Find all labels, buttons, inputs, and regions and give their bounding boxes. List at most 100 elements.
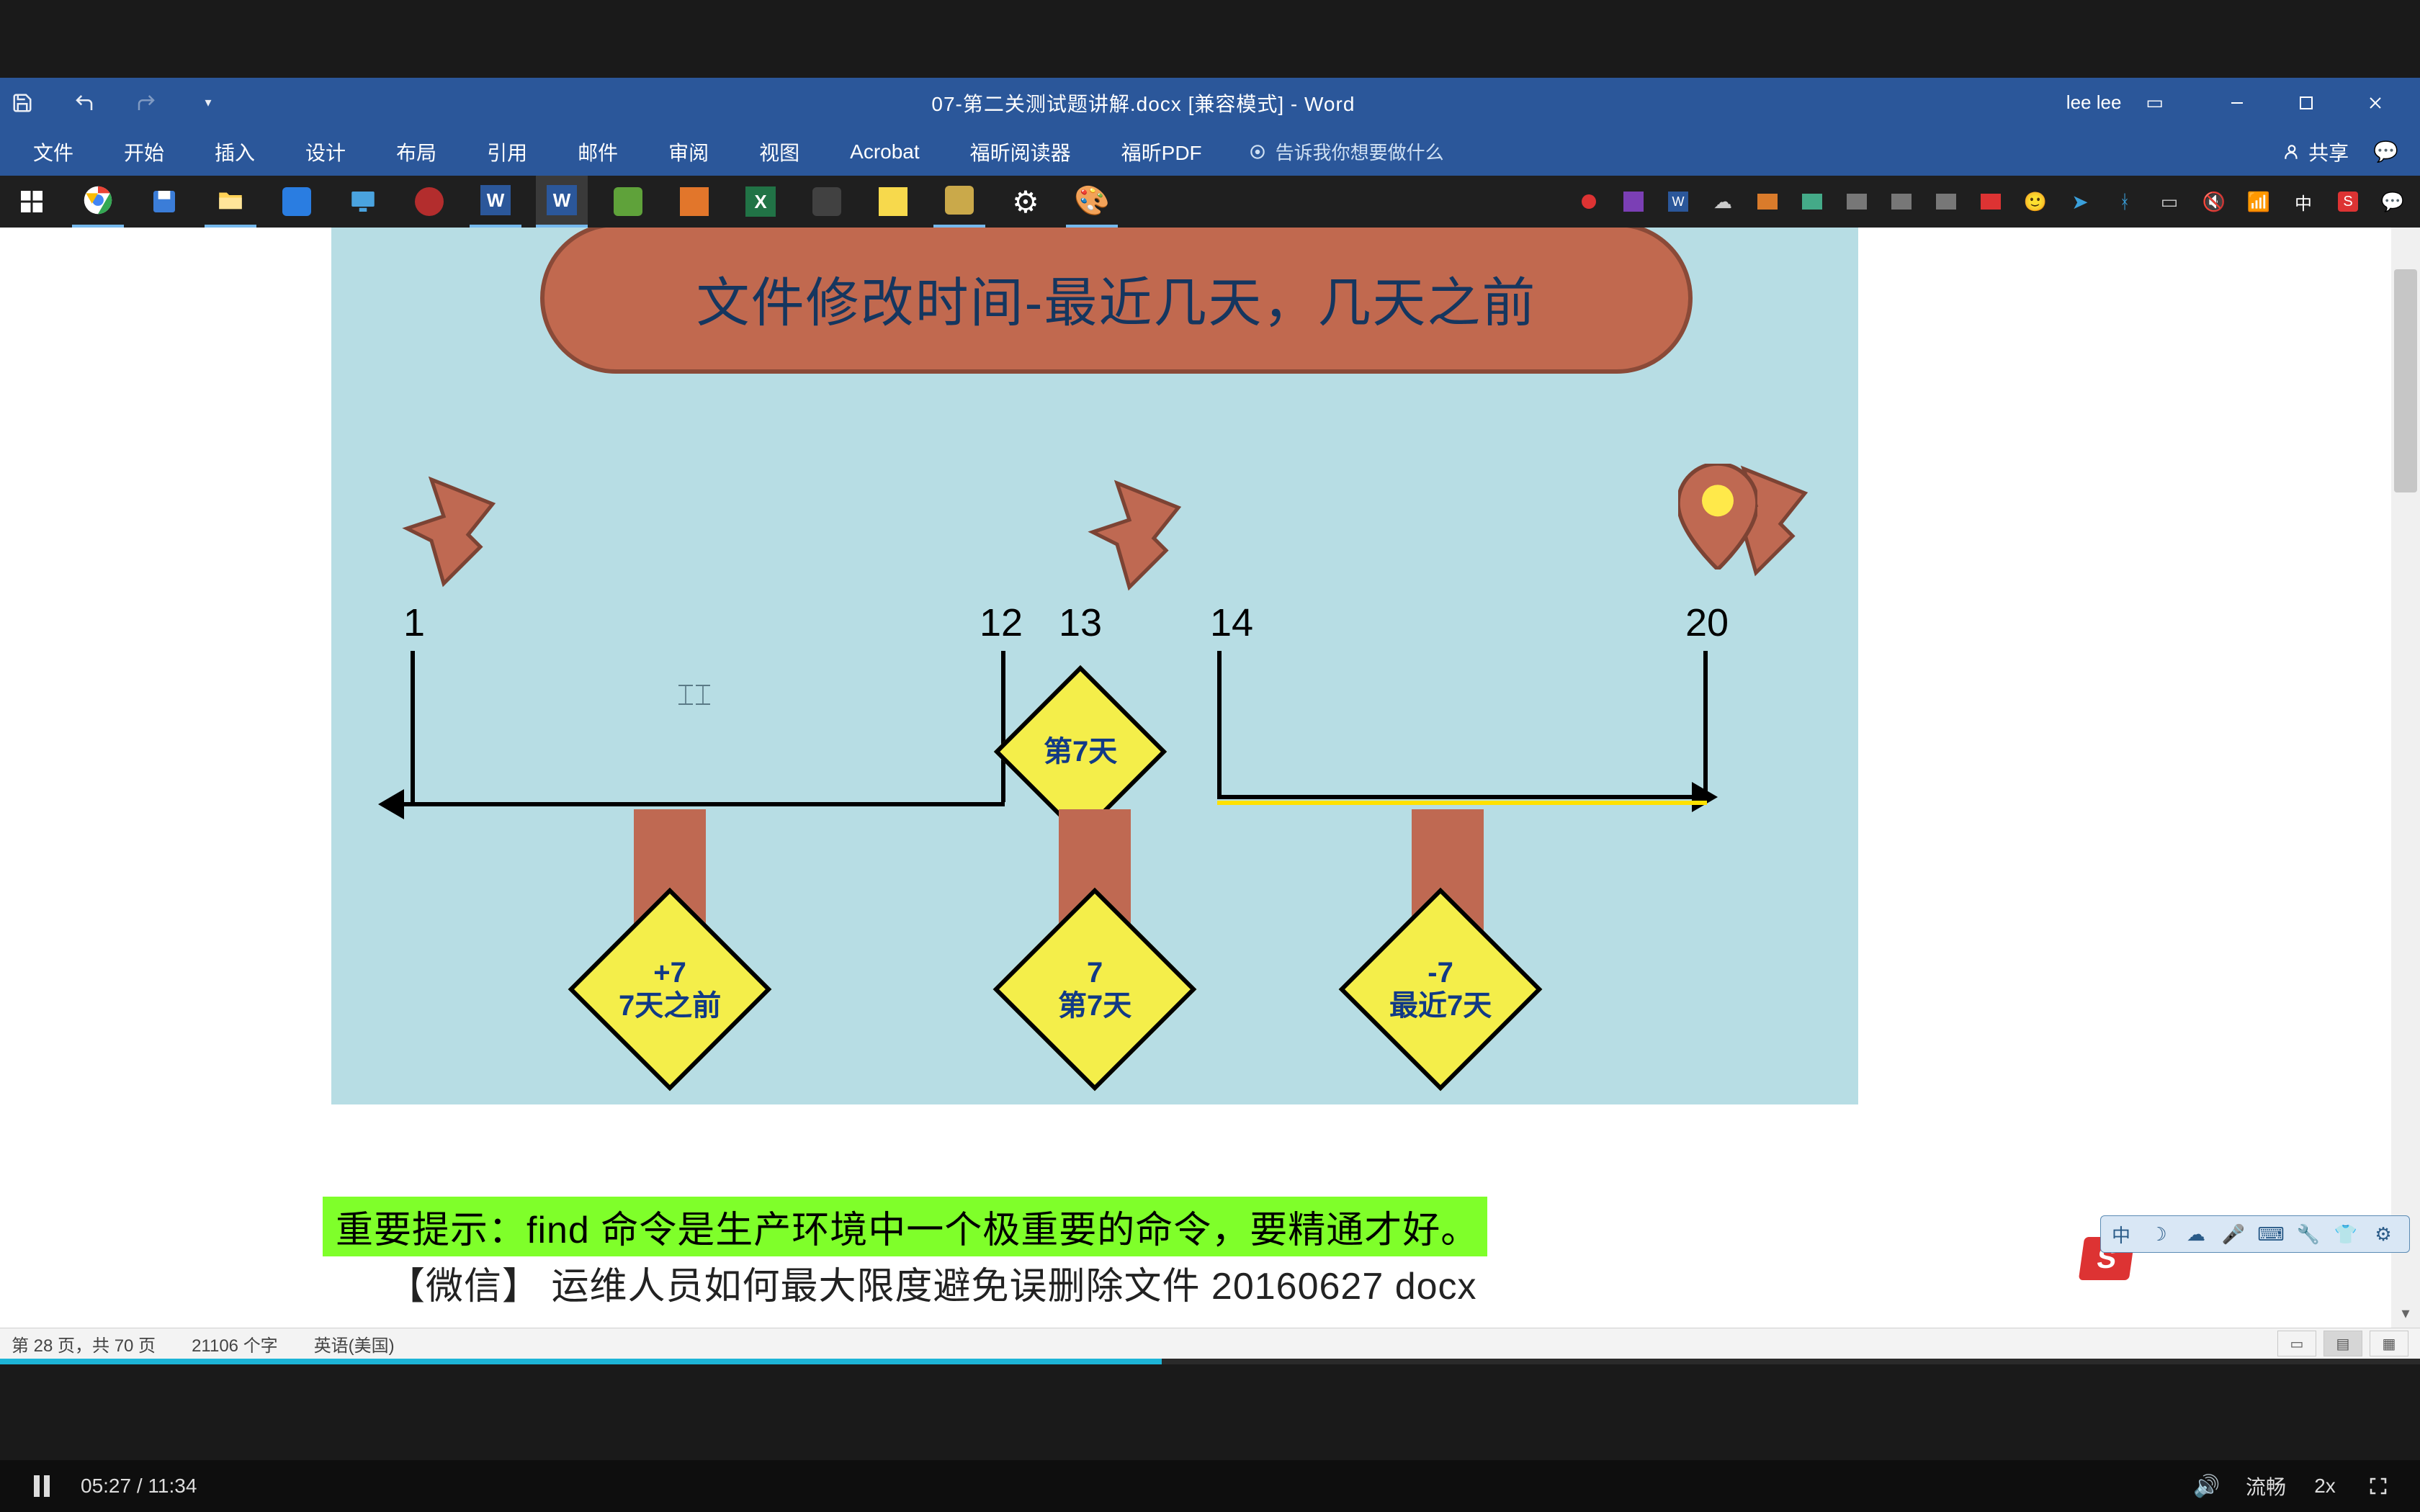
fullscreen-icon[interactable] bbox=[2364, 1475, 2393, 1497]
document-area[interactable]: 文件修改时间-最近几天，几天之前 bbox=[0, 176, 2420, 1328]
tray-smiley-icon[interactable]: 🙂 bbox=[2020, 176, 2051, 228]
volume-icon[interactable]: 🔊 bbox=[2192, 1474, 2221, 1499]
speed-button[interactable]: 2x bbox=[2311, 1475, 2339, 1498]
wrench-icon[interactable]: 🔧 bbox=[2295, 1221, 2321, 1247]
close-button[interactable] bbox=[2341, 78, 2410, 127]
app-icon-blue[interactable] bbox=[271, 176, 323, 228]
tray-ime-cn[interactable]: 中 bbox=[2287, 176, 2319, 228]
tray-wifi-icon[interactable]: 📶 bbox=[2243, 176, 2275, 228]
app-icon-desktop[interactable] bbox=[337, 176, 389, 228]
diagram-figure: 文件修改时间-最近几天，几天之前 bbox=[331, 176, 1858, 1104]
tab-insert[interactable]: 插入 bbox=[210, 138, 259, 166]
tray-icon[interactable] bbox=[1841, 176, 1873, 228]
minimize-button[interactable] bbox=[2202, 78, 2272, 127]
tell-me-search[interactable]: 告诉我你想要做什么 bbox=[1248, 138, 1444, 165]
page: 文件修改时间-最近几天，几天之前 bbox=[202, 176, 2218, 1328]
status-word-count[interactable]: 21106 个字 bbox=[192, 1331, 278, 1356]
tray-notifications-icon[interactable]: 💬 bbox=[2377, 176, 2408, 228]
tab-review[interactable]: 审阅 bbox=[664, 138, 713, 166]
share-button[interactable]: 共享 bbox=[2282, 138, 2349, 166]
tab-view[interactable]: 视图 bbox=[755, 138, 804, 166]
tray-sogou-icon[interactable]: S bbox=[2332, 176, 2364, 228]
tab-design[interactable]: 设计 bbox=[301, 138, 350, 166]
tray-icon[interactable] bbox=[1930, 176, 1962, 228]
paint-icon[interactable]: 🎨 bbox=[1066, 176, 1118, 228]
redo-icon[interactable] bbox=[134, 91, 158, 115]
tab-mailings[interactable]: 邮件 bbox=[573, 138, 622, 166]
ime-toolbar[interactable]: 中 ☽ ☁ 🎤 ⌨ 🔧 👕 ⚙ bbox=[2100, 1215, 2410, 1253]
ime-mode[interactable]: 中 bbox=[2108, 1221, 2134, 1247]
status-page[interactable]: 第 28 页，共 70 页 bbox=[12, 1331, 156, 1356]
pushpin-icon bbox=[395, 467, 517, 590]
ribbon-display-options-icon[interactable]: ▭ bbox=[2146, 91, 2164, 114]
word-icon-active[interactable]: W bbox=[536, 176, 588, 228]
tab-home[interactable]: 开始 bbox=[120, 138, 169, 166]
gear-icon[interactable]: ⚙ bbox=[2370, 1221, 2396, 1247]
tick bbox=[1703, 651, 1708, 795]
tab-foxit-reader[interactable]: 福昕阅读器 bbox=[966, 138, 1075, 166]
chrome-icon[interactable] bbox=[72, 176, 124, 228]
undo-icon[interactable] bbox=[72, 91, 97, 115]
tick bbox=[1217, 651, 1222, 795]
tray-app-purple[interactable] bbox=[1618, 176, 1649, 228]
status-bar: 第 28 页，共 70 页 21106 个字 英语(美国) ▭ ▤ ▦ bbox=[0, 1328, 2420, 1359]
cloud-icon[interactable]: ☁ bbox=[2183, 1221, 2209, 1247]
quality-button[interactable]: 流畅 bbox=[2246, 1472, 2286, 1500]
user-name[interactable]: lee lee bbox=[2066, 91, 2122, 114]
tray-icon[interactable] bbox=[1975, 176, 2007, 228]
system-tray: W ☁ 🙂 ➤ ᚼ ▭ 🔇 📶 中 S 💬 bbox=[1573, 176, 2414, 228]
app-icon-box[interactable] bbox=[933, 176, 985, 228]
tab-foxit-pdf[interactable]: 福昕PDF bbox=[1117, 138, 1206, 166]
video-progress-bar[interactable] bbox=[0, 1359, 2420, 1364]
moon-icon[interactable]: ☽ bbox=[2146, 1221, 2172, 1247]
body-text-partial[interactable]: 【微信】 运维人员如何最大限度避免误删除文件 20160627 docx bbox=[387, 1256, 1477, 1310]
settings-gear-icon[interactable]: ⚙ bbox=[1000, 176, 1052, 228]
mic-icon[interactable]: 🎤 bbox=[2220, 1221, 2246, 1247]
view-web-layout[interactable]: ▦ bbox=[2370, 1331, 2408, 1356]
tray-word-icon[interactable]: W bbox=[1662, 176, 1694, 228]
scroll-thumb[interactable] bbox=[2394, 269, 2417, 492]
tray-battery-icon[interactable]: ▭ bbox=[2154, 176, 2185, 228]
text-cursor-icon: ⌶⌶ bbox=[677, 680, 712, 712]
tray-cloud-icon[interactable]: ☁ bbox=[1707, 176, 1739, 228]
keyboard-icon[interactable]: ⌨ bbox=[2258, 1221, 2284, 1247]
tray-record-icon[interactable] bbox=[1573, 176, 1605, 228]
tick bbox=[1001, 651, 1005, 802]
sublime-icon[interactable] bbox=[801, 176, 853, 228]
save-icon[interactable] bbox=[10, 91, 35, 115]
view-print-layout[interactable]: ▤ bbox=[2323, 1331, 2362, 1356]
file-explorer-icon[interactable] bbox=[205, 176, 256, 228]
axis-label-13: 13 bbox=[1059, 600, 1102, 645]
diamond-left: +77天之前 bbox=[568, 888, 772, 1092]
word-icon[interactable]: W bbox=[470, 176, 521, 228]
status-language[interactable]: 英语(美国) bbox=[314, 1331, 395, 1356]
sticky-notes-icon[interactable] bbox=[867, 176, 919, 228]
tab-acrobat[interactable]: Acrobat bbox=[846, 140, 924, 163]
start-button[interactable] bbox=[6, 176, 58, 228]
comments-icon[interactable]: 💬 bbox=[2373, 140, 2398, 163]
arrow-left bbox=[389, 802, 1005, 806]
maximize-button[interactable] bbox=[2272, 78, 2341, 127]
diamond-mid: 7第7天 bbox=[993, 888, 1197, 1092]
user-icon[interactable]: 👕 bbox=[2333, 1221, 2359, 1247]
play-pause-button[interactable] bbox=[27, 1474, 56, 1498]
app-icon-green[interactable] bbox=[602, 176, 654, 228]
tray-bluetooth-icon[interactable]: ᚼ bbox=[2109, 176, 2141, 228]
tab-references[interactable]: 引用 bbox=[483, 138, 532, 166]
highlighted-text[interactable]: 重要提示：find 命令是生产环境中一个极重要的命令，要精通才好。 bbox=[323, 1197, 1487, 1256]
tab-file[interactable]: 文件 bbox=[29, 138, 78, 166]
tray-telegram-icon[interactable]: ➤ bbox=[2064, 176, 2096, 228]
qat-customize-icon[interactable]: ▾ bbox=[196, 91, 220, 115]
tray-volume-icon[interactable]: 🔇 bbox=[2198, 176, 2230, 228]
app-icon-red[interactable] bbox=[403, 176, 455, 228]
scroll-down-icon[interactable]: ▾ bbox=[2391, 1299, 2420, 1328]
tray-icon[interactable] bbox=[1886, 176, 1917, 228]
tab-layout[interactable]: 布局 bbox=[392, 138, 441, 166]
save-disk-icon[interactable] bbox=[138, 176, 190, 228]
excel-icon[interactable]: X bbox=[735, 176, 786, 228]
vertical-scrollbar[interactable]: ▴ ▾ bbox=[2391, 176, 2420, 1328]
tray-icon[interactable] bbox=[1752, 176, 1783, 228]
tray-icon[interactable] bbox=[1796, 176, 1828, 228]
view-read-mode[interactable]: ▭ bbox=[2277, 1331, 2316, 1356]
app-icon-orange[interactable] bbox=[668, 176, 720, 228]
